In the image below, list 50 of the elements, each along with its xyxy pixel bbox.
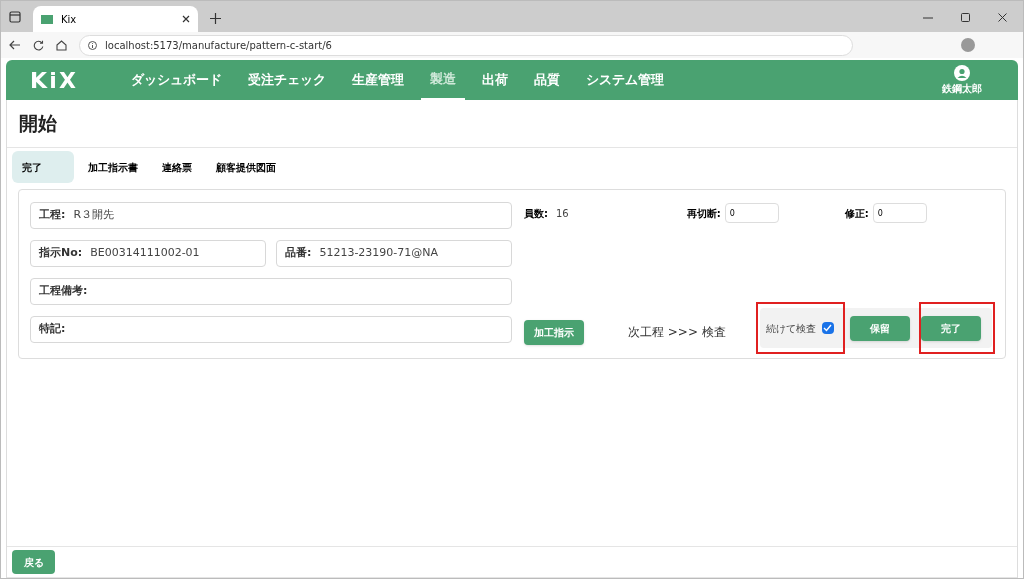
nav-item[interactable]: システム管理 bbox=[577, 60, 673, 100]
home-icon[interactable] bbox=[56, 39, 67, 51]
minimize-icon[interactable] bbox=[923, 16, 933, 19]
nav-item[interactable]: 生産管理 bbox=[343, 60, 413, 100]
checkbox[interactable] bbox=[821, 322, 834, 334]
tab[interactable]: 完了 bbox=[12, 151, 74, 183]
field-value: R３開先 bbox=[73, 207, 115, 224]
nav-item[interactable]: ダッシュボード bbox=[122, 60, 231, 100]
tab[interactable]: 加工指示書 bbox=[78, 151, 148, 183]
field-label: 品番: bbox=[285, 245, 312, 262]
address-field[interactable]: localhost:5173/manufacture/pattern-c-start/6 bbox=[79, 34, 853, 56]
tab[interactable]: 顧客提供図面 bbox=[206, 151, 286, 183]
page-title: 開始 bbox=[19, 111, 57, 137]
nav-item[interactable]: 製造 bbox=[421, 60, 465, 100]
field-label: 工程備考: bbox=[39, 283, 88, 300]
profile-icon[interactable] bbox=[961, 38, 975, 52]
instruction-button[interactable]: 加工指示 bbox=[524, 319, 584, 345]
next-process-text: 次工程 >>> 検査 bbox=[628, 324, 726, 341]
field-label: 特記: bbox=[39, 321, 66, 338]
tab-actions-icon[interactable] bbox=[9, 11, 21, 23]
close-icon[interactable] bbox=[998, 13, 1007, 22]
nav-item[interactable]: 出荷 bbox=[473, 60, 517, 100]
checkbox-label: 続けて検査 bbox=[765, 321, 816, 336]
back-button[interactable]: 戻る bbox=[12, 550, 55, 574]
field-value: 51213-23190-71@NA bbox=[319, 245, 439, 262]
info-icon bbox=[88, 40, 97, 50]
maximize-icon[interactable] bbox=[961, 13, 970, 22]
close-icon[interactable] bbox=[182, 15, 190, 23]
user-name: 鉄鋼太郎 bbox=[942, 81, 982, 96]
nav-item[interactable]: 受注チェック bbox=[239, 60, 335, 100]
nav-item[interactable]: 品質 bbox=[525, 60, 569, 100]
user-icon[interactable] bbox=[954, 64, 970, 81]
logo: KiX bbox=[30, 66, 80, 95]
back-icon[interactable] bbox=[9, 40, 21, 50]
field-label: 指示No: bbox=[39, 245, 83, 262]
hold-button[interactable]: 保留 bbox=[849, 315, 910, 341]
field-label: 再切断: bbox=[686, 206, 721, 221]
field-label: 工程: bbox=[39, 207, 66, 224]
browser-tab[interactable]: Kix bbox=[33, 6, 198, 32]
favicon-icon bbox=[41, 14, 53, 24]
field-value: BE00314111002-01 bbox=[90, 245, 200, 262]
input-field[interactable]: 0 bbox=[724, 203, 779, 223]
field-label: 修正: bbox=[844, 206, 869, 221]
field-label: 員数: bbox=[524, 206, 548, 221]
complete-button[interactable]: 完了 bbox=[920, 315, 981, 341]
new-tab-icon[interactable] bbox=[210, 13, 221, 24]
field-value: 16 bbox=[556, 206, 569, 221]
input-field[interactable]: 0 bbox=[872, 203, 927, 223]
tab[interactable]: 連絡票 bbox=[152, 151, 202, 183]
reload-icon[interactable] bbox=[33, 39, 44, 51]
